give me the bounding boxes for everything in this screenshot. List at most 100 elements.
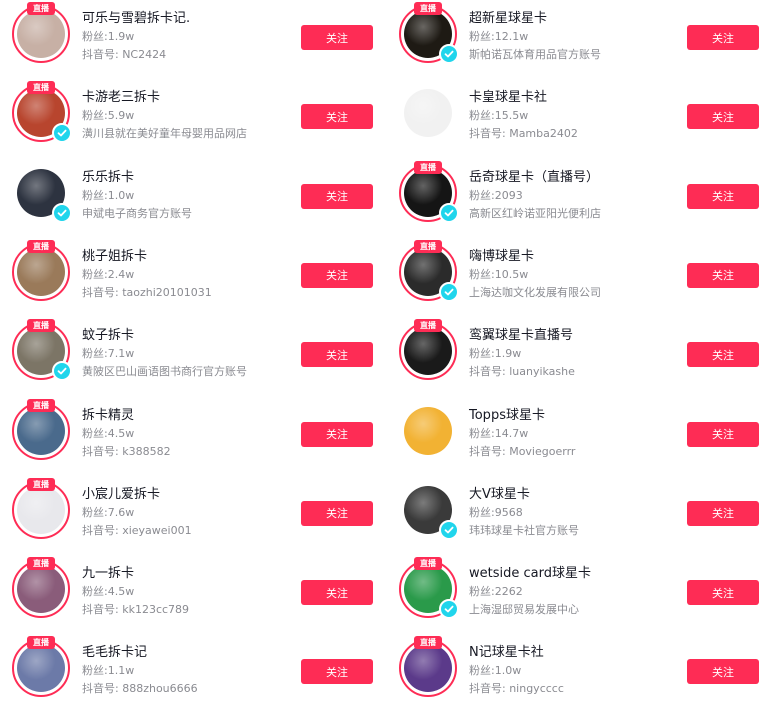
verified-icon <box>439 202 459 223</box>
user-row-right-0[interactable]: 直播 超新星球星卡 粉丝:12.1w 斯帕诺瓦体育用品官方账号 关注 <box>387 0 774 79</box>
follow-button[interactable]: 关注 <box>687 580 759 606</box>
user-row-right-2[interactable]: 直播 岳奇球星卡（直播号） 粉丝:2093 高新区红岭诺亚阳光便利店 关注 <box>387 159 774 238</box>
avatar-wrap[interactable]: 直播 <box>12 477 70 539</box>
user-id-or-org: 抖音号: xieyawei001 <box>82 523 192 537</box>
user-row-left-3[interactable]: 直播 桃子姐拆卡 粉丝:2.4w 抖音号: taozhi20101031 关注 <box>0 238 387 317</box>
avatar[interactable] <box>404 406 452 455</box>
user-id-or-org: 抖音号: luanyikashe <box>469 365 575 379</box>
user-row-right-8[interactable]: 直播 N记球星卡社 粉丝:1.0w 抖音号: ningycccc 关注 <box>387 634 774 713</box>
follow-button[interactable]: 关注 <box>687 183 759 209</box>
avatar-wrap[interactable] <box>399 481 459 540</box>
follow-button[interactable]: 关注 <box>301 421 373 447</box>
avatar-wrap[interactable] <box>399 402 457 460</box>
avatar-wrap[interactable]: 直播 <box>12 557 70 619</box>
fans-count: 粉丝:7.6w <box>82 505 135 519</box>
follow-button[interactable]: 关注 <box>687 104 759 130</box>
user-name[interactable]: 卡游老三拆卡 <box>82 89 292 107</box>
user-row-right-6[interactable]: 大V球星卡 粉丝:9568 玮玮球星卡社官方账号 关注 <box>387 476 774 555</box>
user-info: 蚊子拆卡 粉丝:7.1w 黄陂区巴山画语图书商行官方账号 <box>82 327 292 381</box>
follow-button[interactable]: 关注 <box>301 104 373 130</box>
user-row-right-3[interactable]: 直播 嗨博球星卡 粉丝:10.5w 上海达咖文化发展有限公司 关注 <box>387 238 774 317</box>
avatar-wrap[interactable]: 直播 <box>399 557 459 620</box>
avatar-wrap[interactable]: 直播 <box>399 636 457 698</box>
fans-count: 粉丝:1.9w <box>82 30 135 43</box>
follow-button[interactable]: 关注 <box>301 500 373 526</box>
user-name[interactable]: 蚊子拆卡 <box>82 327 292 345</box>
user-row-left-7[interactable]: 直播 九一拆卡 粉丝:4.5w 抖音号: kk123cc789 关注 <box>0 555 387 634</box>
avatar-wrap[interactable]: 直播 <box>399 239 459 302</box>
follow-button[interactable]: 关注 <box>687 342 759 368</box>
user-row-left-5[interactable]: 直播 拆卡精灵 粉丝:4.5w 抖音号: k388582 关注 <box>0 397 387 476</box>
user-row-left-2[interactable]: 乐乐拆卡 粉丝:1.0w 申斌电子商务官方账号 关注 <box>0 159 387 238</box>
user-row-right-7[interactable]: 直播 wetside card球星卡 粉丝:2262 上海湿邸贸易发展中心 关注 <box>387 555 774 634</box>
user-row-right-1[interactable]: 卡皇球星卡社 粉丝:15.5w 抖音号: Mamba2402 关注 <box>387 79 774 158</box>
follow-button[interactable]: 关注 <box>301 580 373 606</box>
user-row-left-0[interactable]: 直播 可乐与雪碧拆卡记. 粉丝:1.9w 抖音号: NC2424 关注 <box>0 0 387 79</box>
avatar-wrap[interactable]: 直播 <box>399 160 459 223</box>
follow-button[interactable]: 关注 <box>301 25 373 50</box>
user-name[interactable]: wetside card球星卡 <box>469 565 679 583</box>
user-name[interactable]: N记球星卡社 <box>469 644 679 662</box>
follow-button[interactable]: 关注 <box>687 500 759 526</box>
follow-button[interactable]: 关注 <box>301 659 373 685</box>
user-row-left-8[interactable]: 直播 毛毛拆卡记 粉丝:1.1w 抖音号: 888zhou6666 关注 <box>0 634 387 713</box>
avatar[interactable] <box>404 327 452 376</box>
avatar-wrap[interactable] <box>399 84 457 142</box>
user-name[interactable]: 岳奇球星卡（直播号） <box>469 169 679 187</box>
fans-count: 粉丝:2093 <box>469 188 523 202</box>
avatar-wrap[interactable]: 直播 <box>12 319 72 382</box>
live-badge: 直播 <box>414 239 442 253</box>
user-row-left-6[interactable]: 直播 小宸儿爱拆卡 粉丝:7.6w 抖音号: xieyawei001 关注 <box>0 476 387 555</box>
avatar[interactable] <box>17 247 65 296</box>
user-name[interactable]: 小宸儿爱拆卡 <box>82 486 292 504</box>
user-name[interactable]: 鸾翼球星卡直播号 <box>469 327 679 345</box>
user-info: 毛毛拆卡记 粉丝:1.1w 抖音号: 888zhou6666 <box>82 644 292 698</box>
follow-button[interactable]: 关注 <box>687 262 759 288</box>
verified-icon <box>52 202 72 223</box>
follow-button[interactable]: 关注 <box>301 183 373 209</box>
user-name[interactable]: 乐乐拆卡 <box>82 169 292 187</box>
follow-button[interactable]: 关注 <box>301 262 373 288</box>
avatar[interactable] <box>404 89 452 138</box>
user-id-or-org: 抖音号: 888zhou6666 <box>82 682 198 696</box>
user-name[interactable]: 大V球星卡 <box>469 486 679 504</box>
avatar-wrap[interactable]: 直播 <box>399 319 457 381</box>
avatar-wrap[interactable]: 直播 <box>399 2 459 64</box>
user-info: wetside card球星卡 粉丝:2262 上海湿邸贸易发展中心 <box>469 565 679 619</box>
user-name[interactable]: Topps球星卡 <box>469 407 679 425</box>
user-name[interactable]: 拆卡精灵 <box>82 407 292 425</box>
follow-button[interactable]: 关注 <box>687 25 759 50</box>
user-info: 桃子姐拆卡 粉丝:2.4w 抖音号: taozhi20101031 <box>82 248 292 302</box>
verified-icon <box>439 519 459 540</box>
user-name[interactable]: 九一拆卡 <box>82 565 292 583</box>
avatar[interactable] <box>17 10 65 58</box>
avatar-wrap[interactable]: 直播 <box>12 636 70 698</box>
verified-icon <box>439 44 459 64</box>
fans-count: 粉丝:10.5w <box>469 267 529 281</box>
fans-count: 粉丝:9568 <box>469 505 523 519</box>
user-name[interactable]: 桃子姐拆卡 <box>82 248 292 266</box>
avatar-wrap[interactable]: 直播 <box>12 239 70 301</box>
avatar-wrap[interactable]: 直播 <box>12 81 72 144</box>
avatar[interactable] <box>17 485 65 534</box>
avatar-wrap[interactable]: 直播 <box>12 398 70 460</box>
avatar[interactable] <box>17 406 65 455</box>
user-row-right-4[interactable]: 直播 鸾翼球星卡直播号 粉丝:1.9w 抖音号: luanyikashe 关注 <box>387 317 774 396</box>
user-name[interactable]: 可乐与雪碧拆卡记. <box>82 10 292 28</box>
avatar-wrap[interactable]: 直播 <box>12 2 70 63</box>
user-info: 九一拆卡 粉丝:4.5w 抖音号: kk123cc789 <box>82 565 292 619</box>
follow-button[interactable]: 关注 <box>687 659 759 685</box>
user-name[interactable]: 嗨博球星卡 <box>469 248 679 266</box>
user-name[interactable]: 毛毛拆卡记 <box>82 644 292 662</box>
user-id-or-org: 斯帕诺瓦体育用品官方账号 <box>469 48 601 61</box>
follow-button[interactable]: 关注 <box>301 342 373 368</box>
follow-button[interactable]: 关注 <box>687 421 759 447</box>
user-name[interactable]: 超新星球星卡 <box>469 10 679 28</box>
user-row-left-4[interactable]: 直播 蚊子拆卡 粉丝:7.1w 黄陂区巴山画语图书商行官方账号 关注 <box>0 317 387 396</box>
user-row-right-5[interactable]: Topps球星卡 粉丝:14.7w 抖音号: Moviegoerrr 关注 <box>387 397 774 476</box>
avatar[interactable] <box>17 565 65 614</box>
user-info: 卡游老三拆卡 粉丝:5.9w 潢川县就在美好童年母婴用品网店 <box>82 89 292 143</box>
user-name[interactable]: 卡皇球星卡社 <box>469 89 679 107</box>
avatar-wrap[interactable] <box>12 164 72 223</box>
user-row-left-1[interactable]: 直播 卡游老三拆卡 粉丝:5.9w 潢川县就在美好童年母婴用品网店 关注 <box>0 79 387 158</box>
